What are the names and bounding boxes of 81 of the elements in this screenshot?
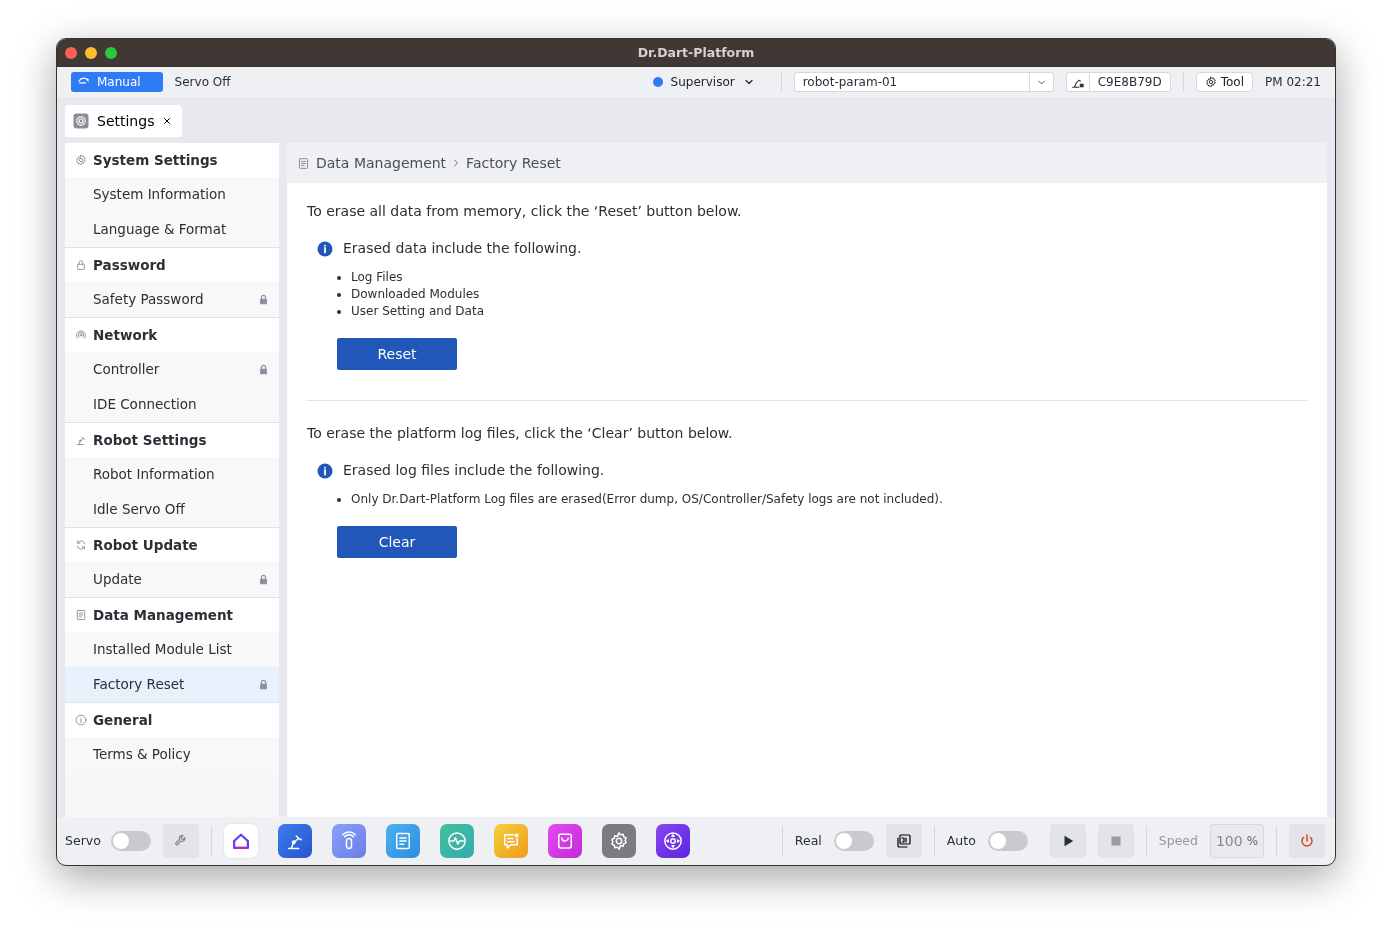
section-header: Data Management: [93, 605, 233, 625]
app-launcher[interactable]: [601, 824, 636, 858]
gear-icon: [75, 154, 87, 166]
lock-icon: [258, 574, 269, 585]
mode-button[interactable]: Manual: [71, 72, 163, 92]
servo-status: Servo Off: [174, 74, 231, 91]
speed-field: 100 %: [1210, 824, 1264, 858]
list-item: Downloaded Modules: [351, 286, 480, 303]
app-launcher[interactable]: [655, 824, 690, 858]
section-header: General: [93, 710, 153, 730]
gear-icon: [1204, 76, 1217, 88]
stop-icon: [1109, 835, 1122, 847]
bullet-dot: [337, 497, 341, 502]
toggle-switch[interactable]: [833, 831, 874, 851]
info-icon: [75, 714, 87, 726]
cube-3d-icon: [895, 833, 912, 849]
lock-icon: [75, 259, 87, 271]
clock-time: PM 02:21: [1265, 74, 1321, 91]
real-label: Real: [794, 831, 822, 850]
pulse-icon: [446, 831, 467, 851]
house-icon: [230, 831, 251, 851]
close-icon[interactable]: [162, 116, 173, 126]
window-title: Dr.Dart-Platform: [637, 44, 755, 60]
gear-icon: [608, 831, 629, 851]
bullet-dot: [337, 275, 341, 280]
serial-field: C9E8B79D: [1065, 72, 1171, 92]
user-menu[interactable]: Supervisor: [652, 73, 755, 91]
breadcrumb-item: Factory Reset: [466, 153, 561, 173]
power-icon: [1299, 833, 1315, 849]
section-header: Password: [93, 255, 166, 275]
toggle-switch[interactable]: [987, 831, 1028, 851]
app-launcher[interactable]: [385, 824, 420, 858]
app-launcher[interactable]: [223, 824, 258, 858]
lock-icon: [258, 679, 269, 690]
app-launcher[interactable]: [331, 824, 366, 858]
breadcrumb-item: Data Management: [316, 153, 447, 173]
antenna-icon: [75, 329, 87, 341]
section-header: System Settings: [93, 150, 218, 170]
note-text: Erased data include the following.: [343, 239, 582, 258]
instruction-text: To erase the platform log files, click the ‘Clear’ button below.: [307, 424, 734, 443]
reset-button[interactable]: Reset: [337, 338, 457, 370]
gear-icon: [73, 113, 89, 129]
instruction-text: To erase all data from memory, click the ‘Reset’ button below.: [307, 202, 743, 221]
auto-label: Auto: [946, 831, 976, 850]
wrench-button[interactable]: [162, 824, 199, 858]
sidebar-item[interactable]: Factory Reset: [65, 667, 279, 702]
clear-button[interactable]: Clear: [337, 526, 457, 558]
settings-tab[interactable]: Settings: [65, 105, 183, 137]
close-button[interactable]: [65, 47, 77, 59]
document-icon: [297, 156, 310, 170]
servo-label: Servo: [65, 831, 101, 850]
minimize-button[interactable]: [85, 47, 97, 59]
robot-arm-icon: [75, 434, 87, 446]
play-button[interactable]: [1049, 824, 1086, 858]
joystick-icon: [662, 831, 683, 851]
section-header: Robot Settings: [93, 430, 207, 450]
app-launcher[interactable]: [547, 824, 582, 858]
info-icon: [317, 240, 333, 257]
lock-icon: [258, 294, 269, 305]
power-button[interactable]: [1289, 824, 1325, 858]
list-item: User Setting and Data: [351, 303, 484, 320]
lock-icon: [258, 364, 269, 375]
parameter-dropdown[interactable]: robot-param-01: [793, 72, 1054, 92]
info-icon: [317, 462, 333, 479]
chevron-right-icon: [452, 159, 461, 167]
tool-button[interactable]: Tool: [1195, 72, 1253, 92]
bullet-dot: [337, 292, 341, 297]
document-icon: [75, 609, 87, 621]
bullet-dot: [337, 309, 341, 314]
list-item: Log Files: [351, 269, 403, 286]
note-text: Erased log files include the following.: [343, 461, 605, 480]
app-launcher[interactable]: [277, 824, 312, 858]
section-header: Robot Update: [93, 535, 198, 555]
toggle-switch[interactable]: [110, 831, 151, 851]
stop-button[interactable]: [1097, 824, 1134, 858]
refresh-icon: [75, 539, 87, 551]
view-3d-button[interactable]: [885, 824, 922, 858]
list-item: Only Dr.Dart-Platform Log files are erased(Error dump, OS/Controller/Safety logs are not included).: [351, 491, 943, 508]
section-header: Network: [93, 325, 158, 345]
speed-label: Speed: [1158, 831, 1198, 850]
zoom-button[interactable]: [105, 47, 117, 59]
